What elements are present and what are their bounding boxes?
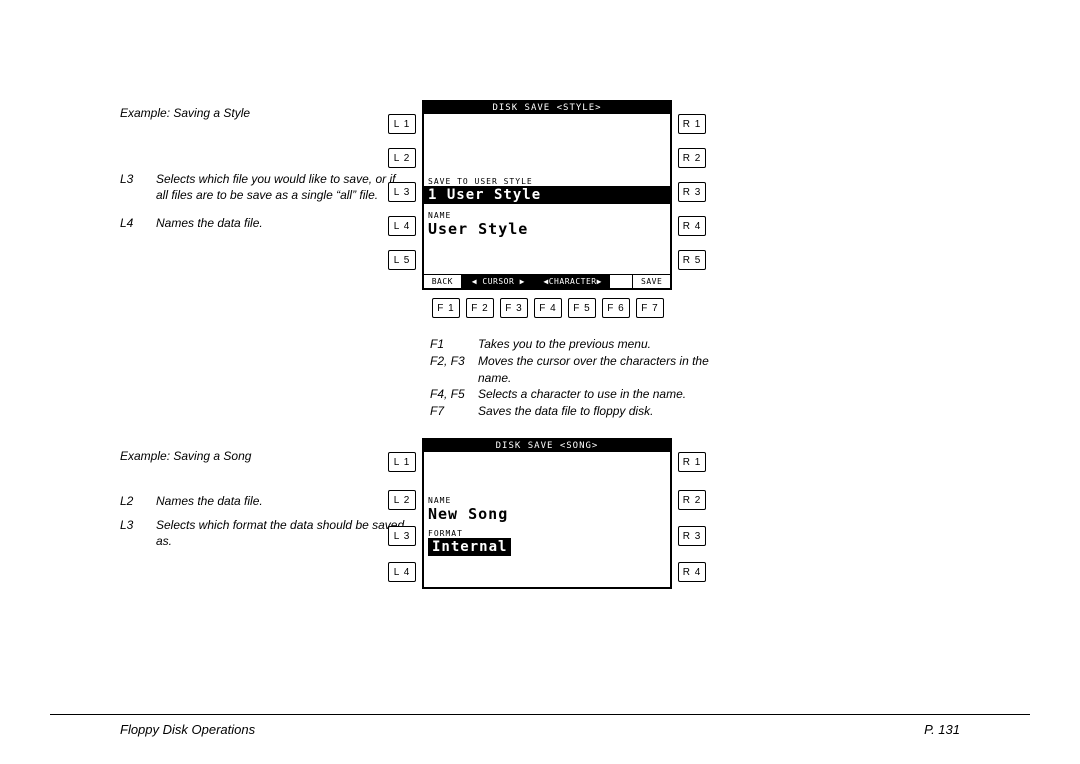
footer-left: Floppy Disk Operations — [120, 722, 255, 737]
btn-L4[interactable]: L 4 — [388, 216, 416, 236]
def-val: Selects which format the data should be … — [156, 517, 410, 549]
btn-F1[interactable]: F 1 — [432, 298, 460, 318]
btn-L3[interactable]: L 3 — [388, 182, 416, 202]
btn-L2[interactable]: L 2 — [388, 148, 416, 168]
footer-blank — [610, 275, 633, 288]
btn-R1[interactable]: R 1 — [678, 452, 706, 472]
btn-F3[interactable]: F 3 — [500, 298, 528, 318]
def-key: L3 — [120, 171, 156, 203]
value-name: User Style — [424, 220, 670, 238]
fn-val: Takes you to the previous menu. — [478, 336, 710, 353]
lcd-title: DISK SAVE <STYLE> — [424, 102, 670, 114]
btn-R2[interactable]: R 2 — [678, 490, 706, 510]
value-format: Internal — [428, 538, 511, 556]
example2-heading: Example: Saving a Song — [120, 448, 410, 464]
fn-key: F1 — [430, 336, 478, 353]
fn-key: F4, F5 — [430, 386, 478, 403]
label-name: NAME — [424, 496, 670, 505]
btn-F7[interactable]: F 7 — [636, 298, 664, 318]
btn-R4[interactable]: R 4 — [678, 216, 706, 236]
footer-character: ◀CHARACTER▶ — [536, 275, 610, 288]
def-val: Selects which file you would like to sav… — [156, 171, 410, 203]
btn-F2[interactable]: F 2 — [466, 298, 494, 318]
btn-R5[interactable]: R 5 — [678, 250, 706, 270]
example1-heading: Example: Saving a Style — [120, 105, 410, 121]
def-key: L2 — [120, 493, 156, 509]
fn-row: F1Takes you to the previous menu. — [430, 336, 710, 353]
btn-R3[interactable]: R 3 — [678, 526, 706, 546]
label-name: NAME — [424, 211, 670, 220]
footer-back: BACK — [424, 275, 462, 288]
fn-key: F2, F3 — [430, 353, 478, 387]
fn-row: F7Saves the data file to floppy disk. — [430, 403, 710, 420]
fn-val: Selects a character to use in the name. — [478, 386, 710, 403]
label-format: FORMAT — [424, 529, 670, 538]
btn-R3[interactable]: R 3 — [678, 182, 706, 202]
btn-F4[interactable]: F 4 — [534, 298, 562, 318]
def-row: L2 Names the data file. — [120, 493, 410, 509]
btn-R2[interactable]: R 2 — [678, 148, 706, 168]
def-row: L3 Selects which format the data should … — [120, 517, 410, 549]
fn-val: Saves the data file to floppy disk. — [478, 403, 710, 420]
fn-row: F2, F3Moves the cursor over the characte… — [430, 353, 710, 387]
def-row: L3 Selects which file you would like to … — [120, 171, 410, 203]
btn-L1[interactable]: L 1 — [388, 452, 416, 472]
footer-cursor: ◀ CURSOR ▶ — [462, 275, 536, 288]
btn-R4[interactable]: R 4 — [678, 562, 706, 582]
fn-row: F4, F5Selects a character to use in the … — [430, 386, 710, 403]
lcd-screen-style: DISK SAVE <STYLE> SAVE TO USER STYLE 1 U… — [422, 100, 672, 290]
value-name: New Song — [424, 505, 670, 523]
def-key: L4 — [120, 215, 156, 231]
label-save-to: SAVE TO USER STYLE — [424, 177, 670, 186]
btn-R1[interactable]: R 1 — [678, 114, 706, 134]
footer-save: SAVE — [633, 275, 670, 288]
btn-L3[interactable]: L 3 — [388, 526, 416, 546]
def-key: L3 — [120, 517, 156, 549]
lcd-screen-song: DISK SAVE <SONG> NAME New Song FORMAT In… — [422, 438, 672, 589]
btn-L2[interactable]: L 2 — [388, 490, 416, 510]
btn-L1[interactable]: L 1 — [388, 114, 416, 134]
def-val: Names the data file. — [156, 493, 410, 509]
footer-right: P. 131 — [924, 722, 960, 737]
def-val: Names the data file. — [156, 215, 410, 231]
def-row: L4 Names the data file. — [120, 215, 410, 231]
lcd-title: DISK SAVE <SONG> — [424, 440, 670, 452]
item-user-style: 1 User Style — [424, 186, 670, 204]
fn-val: Moves the cursor over the characters in … — [478, 353, 710, 387]
btn-F5[interactable]: F 5 — [568, 298, 596, 318]
btn-F6[interactable]: F 6 — [602, 298, 630, 318]
fn-key: F7 — [430, 403, 478, 420]
btn-L5[interactable]: L 5 — [388, 250, 416, 270]
btn-L4[interactable]: L 4 — [388, 562, 416, 582]
